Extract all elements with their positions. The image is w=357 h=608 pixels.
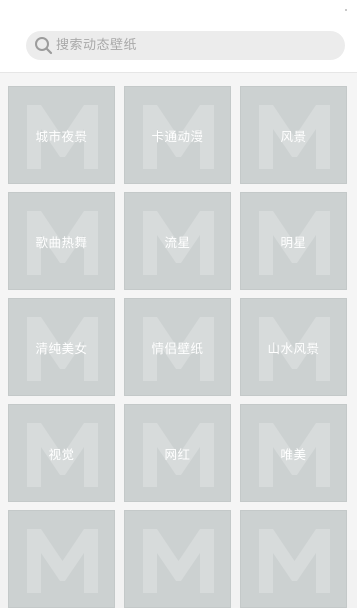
category-tile[interactable] [240,510,347,608]
category-label [125,511,230,607]
category-label: 城市夜景 [35,128,88,144]
category-tile[interactable]: 风景 [240,86,347,184]
category-label: 山水风景 [267,340,320,356]
category-tile[interactable]: 山水风景 [240,298,347,396]
category-label: 唯美 [280,446,307,462]
category-label: 视觉 [48,446,75,462]
category-tile[interactable]: 网红 [124,404,231,502]
category-tile[interactable]: 清纯美女 [8,298,115,396]
search-input[interactable]: 搜索动态壁纸 [26,31,345,60]
category-label: 歌曲热舞 [35,234,88,250]
category-tile[interactable]: 卡通动漫 [124,86,231,184]
category-label [9,511,114,607]
status-bar [0,0,357,20]
search-header: 搜索动态壁纸 [0,20,357,73]
category-label: 卡通动漫 [151,128,204,144]
category-tile[interactable]: 城市夜景 [8,86,115,184]
search-icon [35,37,53,55]
status-dot [345,9,347,11]
category-label: 网红 [164,446,191,462]
category-tile[interactable]: 情侣壁纸 [124,298,231,396]
category-grid: 城市夜景 卡通动漫 风景歌曲热舞 流星 明星清纯美女 情侣壁纸 山水风景视觉 网红 唯美 [0,73,357,608]
category-label: 情侣壁纸 [151,340,204,356]
category-tile[interactable]: 明星 [240,192,347,290]
category-tile[interactable] [8,510,115,608]
category-tile[interactable]: 流星 [124,192,231,290]
category-tile[interactable]: 歌曲热舞 [8,192,115,290]
category-label: 明星 [280,234,307,250]
category-tile[interactable] [124,510,231,608]
category-tile[interactable]: 视觉 [8,404,115,502]
category-label: 风景 [280,128,307,144]
category-tile[interactable]: 唯美 [240,404,347,502]
category-label [241,511,346,607]
search-placeholder: 搜索动态壁纸 [56,38,138,53]
category-label: 流星 [164,234,191,250]
category-label: 清纯美女 [35,340,88,356]
